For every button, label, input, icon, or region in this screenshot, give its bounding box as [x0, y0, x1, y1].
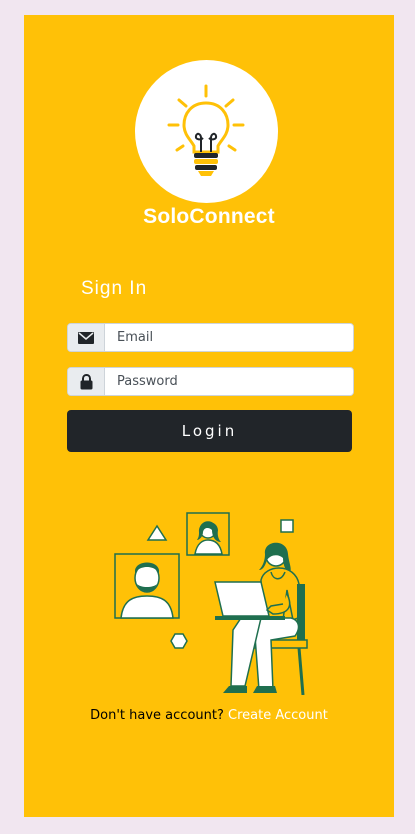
create-account-prompt: Don't have account? [90, 708, 224, 723]
email-field[interactable] [105, 324, 353, 351]
sign-in-heading: Sign In [81, 278, 148, 299]
app-name: SoloConnect [143, 205, 275, 228]
login-card: SoloConnect Sign In Login [24, 15, 394, 817]
login-button[interactable]: Login [67, 410, 352, 452]
password-input-group [67, 367, 354, 396]
lock-icon [68, 368, 105, 395]
envelope-icon [68, 324, 105, 351]
remote-work-illustration [114, 512, 308, 695]
email-input-group [67, 323, 354, 352]
logo [135, 60, 278, 203]
create-account-row: Don't have account? Create Account [24, 708, 394, 723]
password-field[interactable] [105, 368, 353, 395]
create-account-link[interactable]: Create Account [228, 708, 328, 723]
lightbulb-icon [167, 84, 245, 176]
